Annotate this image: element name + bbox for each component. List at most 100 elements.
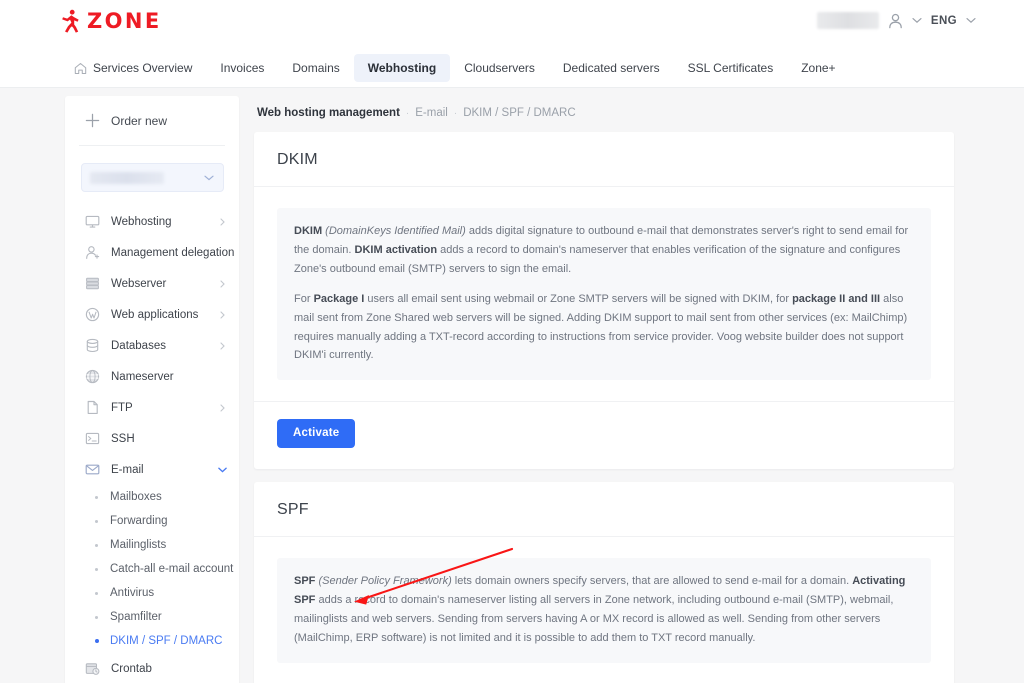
text-plain: users all email sent using webmail or Zo…	[364, 293, 792, 305]
nav-label: Webhosting	[368, 61, 436, 75]
file-icon	[85, 400, 100, 415]
chevron-right-icon	[220, 280, 225, 288]
spf-paragraph-1: SPF (Sender Policy Framework) lets domai…	[294, 572, 914, 648]
nav-item-zone-plus[interactable]: Zone+	[787, 54, 849, 82]
bullet-icon	[95, 520, 98, 523]
sidebar-item-ftp[interactable]: FTP	[65, 392, 239, 423]
dkim-info-box: DKIM (DomainKeys Identified Mail) adds d…	[277, 208, 931, 380]
language-label[interactable]: ENG	[931, 15, 957, 27]
nav-item-invoices[interactable]: Invoices	[206, 54, 278, 82]
account-chevron-down-icon[interactable]	[912, 17, 922, 24]
language-chevron-down-icon[interactable]	[966, 17, 976, 24]
nav-label: Dedicated servers	[563, 61, 660, 75]
dkim-card: DKIM DKIM (DomainKeys Identified Mail) a…	[254, 132, 954, 469]
sidebar-item-label: Crontab	[111, 663, 152, 675]
chevron-right-icon	[220, 218, 225, 226]
sidebar-subitem-antivirus[interactable]: Antivirus	[65, 581, 239, 605]
sidebar: Order new Webhosting	[65, 96, 239, 683]
dkim-paragraph-2: For Package I users all email sent using…	[294, 290, 914, 366]
sidebar-item-management-delegation[interactable]: Management delegation	[65, 237, 239, 268]
person-icon[interactable]	[888, 13, 903, 29]
dkim-card-footer: Activate	[254, 401, 954, 469]
text-plain: For	[294, 293, 314, 305]
sidebar-item-webserver[interactable]: Webserver	[65, 268, 239, 299]
nav-item-ssl-certificates[interactable]: SSL Certificates	[674, 54, 788, 82]
sidebar-subitem-label: Antivirus	[110, 587, 154, 599]
wordpress-icon	[85, 307, 100, 322]
sidebar-subitem-catch-all-email-account[interactable]: Catch-all e-mail account	[65, 557, 239, 581]
nav-item-dedicated-servers[interactable]: Dedicated servers	[549, 54, 674, 82]
chevron-down-icon	[204, 175, 214, 181]
breadcrumb-root[interactable]: Web hosting management	[257, 107, 400, 119]
sidebar-subitem-forwarding[interactable]: Forwarding	[65, 509, 239, 533]
text-plain: adds a record to domain's nameserver lis…	[294, 594, 893, 644]
nav-label: Zone+	[801, 61, 835, 75]
sidebar-subitem-mailboxes[interactable]: Mailboxes	[65, 485, 239, 509]
sidebar-item-ssh[interactable]: SSH	[65, 423, 239, 454]
chevron-right-icon	[220, 342, 225, 350]
sidebar-item-crontab[interactable]: Crontab	[65, 653, 239, 683]
breadcrumb-separator: ·	[454, 108, 457, 119]
text-bold: package II and III	[792, 293, 880, 305]
sidebar-item-web-applications[interactable]: Web applications	[65, 299, 239, 330]
top-header: ZONE ENG Services Overview	[0, 0, 1024, 88]
brand-logo[interactable]: ZONE	[60, 9, 162, 33]
sidebar-item-databases[interactable]: Databases	[65, 330, 239, 361]
sidebar-subitem-dkim-spf-dmarc[interactable]: DKIM / SPF / DMARC	[65, 629, 239, 653]
sidebar-subitem-label: Mailboxes	[110, 491, 162, 503]
server-icon	[85, 276, 100, 291]
sidebar-subitem-label: DKIM / SPF / DMARC	[110, 635, 222, 647]
breadcrumb-item-dkim-spf-dmarc: DKIM / SPF / DMARC	[463, 107, 575, 119]
sidebar-item-label: SSH	[111, 433, 135, 445]
sidebar-item-webhosting[interactable]: Webhosting	[65, 206, 239, 237]
nav-label: SSL Certificates	[688, 61, 774, 75]
nav-label: Domains	[292, 61, 339, 75]
text-bold: DKIM	[294, 225, 322, 237]
terminal-icon	[85, 431, 100, 446]
breadcrumb-item-email[interactable]: E-mail	[415, 107, 448, 119]
chevron-down-icon	[218, 467, 227, 473]
order-new-label: Order new	[111, 114, 167, 128]
sidebar-subitem-label: Catch-all e-mail account	[110, 563, 233, 575]
app-root: ZONE ENG Services Overview	[0, 0, 1024, 683]
sidebar-menu: Webhosting Management delegation	[65, 192, 239, 683]
nav-item-services-overview[interactable]: Services Overview	[60, 54, 206, 82]
dkim-card-header: DKIM	[254, 132, 954, 187]
chevron-right-icon	[220, 311, 225, 319]
running-person-icon	[60, 9, 80, 33]
header-account-area: ENG	[817, 12, 976, 29]
nav-label: Cloudservers	[464, 61, 535, 75]
globe-icon	[85, 369, 100, 384]
nav-item-cloudservers[interactable]: Cloudservers	[450, 54, 549, 82]
user-add-icon	[85, 245, 100, 260]
text-bold: Package I	[314, 293, 365, 305]
order-new-button[interactable]: Order new	[65, 96, 239, 145]
sidebar-subitem-mailinglists[interactable]: Mailinglists	[65, 533, 239, 557]
domain-selector[interactable]	[81, 163, 224, 192]
bullet-icon	[95, 544, 98, 547]
breadcrumb: Web hosting management · E-mail · DKIM /…	[254, 96, 954, 132]
spf-info-box: SPF (Sender Policy Framework) lets domai…	[277, 558, 931, 663]
nav-item-webhosting[interactable]: Webhosting	[354, 54, 450, 82]
nav-item-domains[interactable]: Domains	[278, 54, 353, 82]
nav-label: Invoices	[220, 61, 264, 75]
text-italic: (DomainKeys Identified Mail)	[325, 225, 466, 237]
sidebar-item-nameserver[interactable]: Nameserver	[65, 361, 239, 392]
home-icon	[74, 62, 87, 75]
dkim-paragraph-1: DKIM (DomainKeys Identified Mail) adds d…	[294, 222, 914, 279]
sidebar-subitem-spamfilter[interactable]: Spamfilter	[65, 605, 239, 629]
dkim-activate-button[interactable]: Activate	[277, 419, 355, 448]
database-icon	[85, 338, 100, 353]
dkim-card-body: DKIM (DomainKeys Identified Mail) adds d…	[254, 187, 954, 380]
sidebar-subitem-label: Mailinglists	[110, 539, 166, 551]
monitor-icon	[85, 214, 100, 229]
plus-icon	[85, 113, 100, 128]
sidebar-item-label: Webserver	[111, 278, 166, 290]
sidebar-subitem-label: Forwarding	[110, 515, 168, 527]
envelope-icon	[85, 462, 100, 477]
brand-name: ZONE	[87, 11, 162, 32]
sidebar-item-label: FTP	[111, 402, 133, 414]
sidebar-item-email[interactable]: E-mail	[65, 454, 239, 485]
domain-selector-value-redacted	[90, 172, 164, 184]
card-title: DKIM	[277, 151, 318, 168]
